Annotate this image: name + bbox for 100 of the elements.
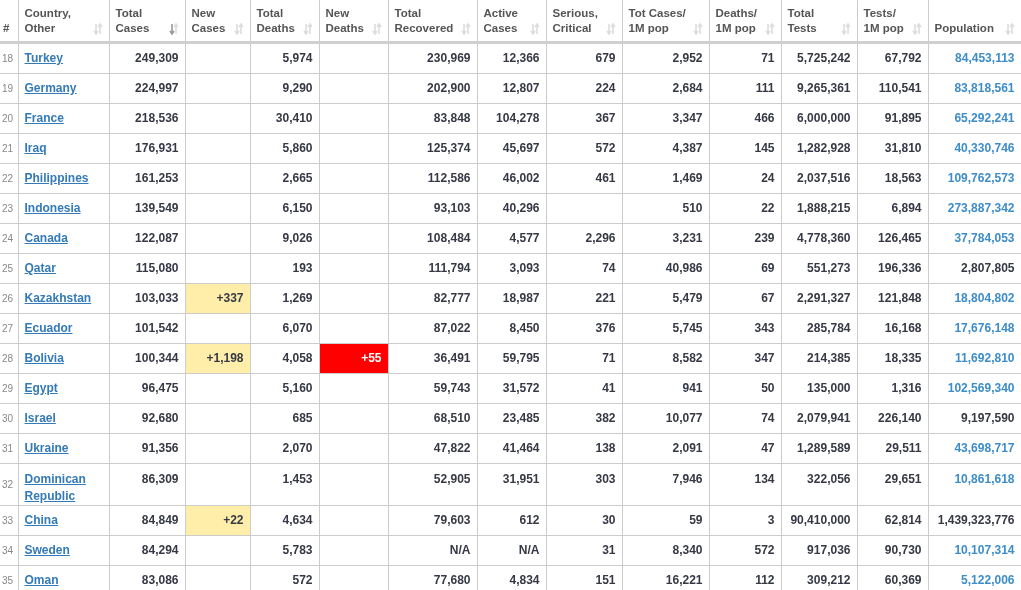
table-cell: 134 (709, 463, 781, 506)
table-cell: 3 (709, 505, 781, 536)
table-cell: 6,894 (857, 193, 928, 224)
table-cell: 5,479 (622, 283, 709, 314)
table-cell: +337 (185, 283, 250, 314)
population-link[interactable]: 10,861,618 (954, 472, 1015, 486)
table-cell: 87,022 (388, 313, 477, 344)
country-link[interactable]: Qatar (24, 260, 56, 277)
table-cell: 77,680 (388, 565, 477, 590)
table-cell: 1,289,589 (781, 433, 857, 464)
table-cell: 40,986 (622, 253, 709, 284)
country-link[interactable]: Oman (24, 572, 59, 589)
rank-cell: 21 (0, 133, 18, 164)
rank-cell: 23 (0, 193, 18, 224)
rank-cell: 34 (0, 535, 18, 566)
sort-icon (764, 23, 775, 35)
country-link[interactable]: Ukraine (24, 440, 69, 457)
table-cell: 10,077 (622, 403, 709, 434)
population-link[interactable]: 109,762,573 (947, 171, 1015, 185)
table-cell: 4,778,360 (781, 223, 857, 254)
table-cell: 193 (250, 253, 319, 284)
population-link[interactable]: 43,698,717 (954, 441, 1015, 455)
country-link[interactable]: Iraq (24, 140, 47, 157)
population-link[interactable]: 37,784,053 (954, 231, 1015, 245)
population-text: 9,197,590 (961, 411, 1015, 425)
table-cell: 685 (250, 403, 319, 434)
country-link[interactable]: Turkey (24, 50, 63, 67)
table-cell: 1,269 (250, 283, 319, 314)
table-cell: 111,794 (388, 253, 477, 284)
country-link[interactable]: Israel (24, 410, 56, 427)
table-cell: 5,860 (250, 133, 319, 164)
table-cell: 101,542 (109, 313, 185, 344)
country-link[interactable]: France (24, 110, 64, 127)
table-cell: 86,309 (109, 463, 185, 506)
rank-cell: 27 (0, 313, 18, 344)
country-link[interactable]: China (24, 512, 58, 529)
table-cell: 22 (709, 193, 781, 224)
table-cell: 3,093 (477, 253, 546, 284)
table-cell: +1,198 (185, 343, 250, 374)
table-cell: 9,026 (250, 223, 319, 254)
rank-cell: 25 (0, 253, 18, 284)
country-link[interactable]: Sweden (24, 542, 70, 559)
population-link[interactable]: 5,122,006 (961, 573, 1015, 587)
population-link[interactable]: 84,453,113 (955, 51, 1015, 65)
table-cell: 5,745 (622, 313, 709, 344)
country-link[interactable]: Germany (24, 80, 77, 97)
table-cell: N/A (388, 535, 477, 566)
country-link[interactable]: Kazakhstan (24, 290, 92, 307)
table-cell: 4,058 (250, 343, 319, 374)
table-cell: 31,951 (477, 463, 546, 506)
country-link[interactable]: Bolivia (24, 350, 64, 367)
population-link[interactable]: 17,676,148 (954, 321, 1015, 335)
table-cell: 139,549 (109, 193, 185, 224)
table-cell: 9,290 (250, 73, 319, 104)
sort-icon (840, 23, 851, 35)
table-cell: 367 (546, 103, 622, 134)
population-link[interactable]: 65,292,241 (954, 111, 1015, 125)
table-cell: 1,888,215 (781, 193, 857, 224)
population-link[interactable]: 11,692,810 (955, 351, 1015, 365)
table-cell: 5,725,242 (781, 42, 857, 74)
table-cell: 8,582 (622, 343, 709, 374)
table-cell: 41 (546, 373, 622, 404)
sort-icon (1004, 23, 1015, 35)
table-cell: 5,974 (250, 42, 319, 74)
table-cell: 46,002 (477, 163, 546, 194)
population-link[interactable]: 40,330,746 (954, 141, 1015, 155)
table-cell: 202,900 (388, 73, 477, 104)
table-cell: 2,684 (622, 73, 709, 104)
rank-cell: 22 (0, 163, 18, 194)
table-cell: 7,946 (622, 463, 709, 506)
table-cell: 941 (622, 373, 709, 404)
country-link[interactable]: Canada (24, 230, 68, 247)
population-link[interactable]: 10,107,314 (954, 543, 1015, 557)
table-cell: 24 (709, 163, 781, 194)
table-cell: 214,385 (781, 343, 857, 374)
sort-icon (529, 23, 540, 35)
population-text: 2,807,805 (961, 261, 1015, 275)
table-cell: 6,070 (250, 313, 319, 344)
table-cell: 67 (709, 283, 781, 314)
population-link[interactable]: 18,804,802 (954, 291, 1015, 305)
table-cell: 1,316 (857, 373, 928, 404)
table-cell: 52,905 (388, 463, 477, 506)
country-link[interactable]: Dominican Republic (24, 471, 86, 505)
table-cell: 221 (546, 283, 622, 314)
table-cell: 3,347 (622, 103, 709, 134)
country-link[interactable]: Egypt (24, 380, 58, 397)
country-link[interactable]: Indonesia (24, 200, 81, 217)
sort-icon (302, 23, 313, 35)
table-cell: 2,665 (250, 163, 319, 194)
table-cell: 551,273 (781, 253, 857, 284)
table-cell: 2,952 (622, 42, 709, 74)
table-cell: 224,997 (109, 73, 185, 104)
table-cell: 115,080 (109, 253, 185, 284)
table-cell: 74 (546, 253, 622, 284)
population-link[interactable]: 83,818,561 (954, 81, 1015, 95)
country-link[interactable]: Philippines (24, 170, 89, 187)
table-cell: 104,278 (477, 103, 546, 134)
population-link[interactable]: 102,569,340 (947, 381, 1015, 395)
population-link[interactable]: 273,887,342 (947, 201, 1015, 215)
country-link[interactable]: Ecuador (24, 320, 73, 337)
